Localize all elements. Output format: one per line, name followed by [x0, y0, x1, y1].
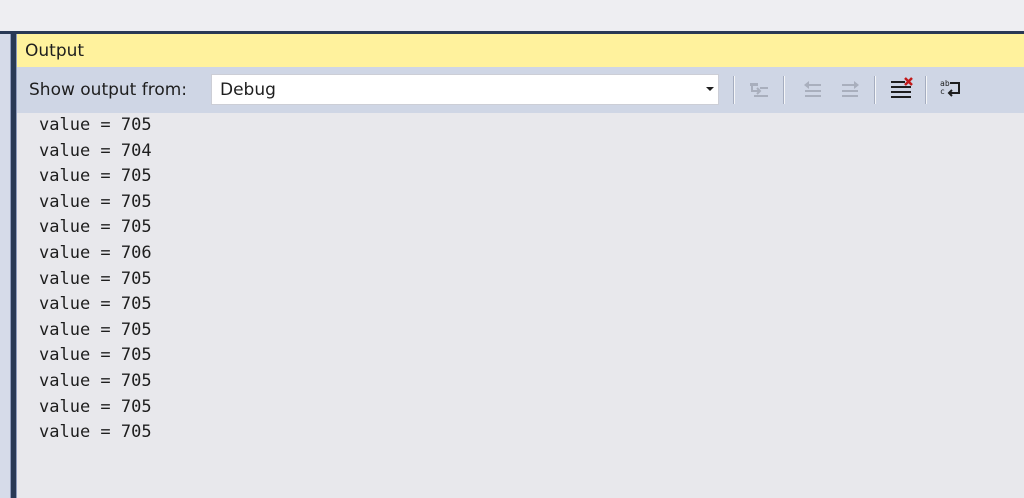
next-message-icon [842, 81, 859, 97]
clear-all-icon [891, 77, 913, 98]
output-line: value = 705 [39, 115, 152, 135]
left-panel-edge [0, 34, 11, 498]
output-line: value = 704 [39, 140, 152, 161]
output-line: value = 705 [39, 217, 152, 238]
output-text-area[interactable]: value = 705 value = 704 value = 705 value =… [17, 113, 1024, 498]
output-line: value = 705 [39, 191, 152, 212]
output-line: value = 705 [39, 371, 152, 391]
next-message-button[interactable] [837, 76, 863, 102]
go-to-code-icon [750, 83, 768, 97]
top-strip [0, 0, 1024, 31]
output-source-value: Debug [220, 80, 276, 100]
toolbar-separator [783, 76, 785, 104]
previous-message-button[interactable] [800, 76, 826, 102]
toolbar-separator [925, 76, 927, 104]
output-tool-window: Output Show output from: Debug ab c valu… [16, 34, 1024, 498]
output-line: value = 705 [39, 422, 152, 443]
clear-all-button[interactable] [888, 76, 914, 102]
output-line: value = 705 [39, 268, 152, 289]
svg-text:c: c [940, 87, 945, 96]
output-line: value = 705 [39, 294, 152, 315]
toolbar-separator [874, 76, 876, 104]
output-line: value = 706 [39, 243, 152, 263]
output-source-dropdown[interactable]: Debug [211, 74, 719, 105]
word-wrap-icon: ab c [940, 79, 960, 97]
output-line: value = 705 [39, 396, 152, 417]
show-output-from-label: Show output from: [29, 80, 188, 100]
output-toolbar: Show output from: Debug ab c [17, 67, 1024, 113]
output-line: value = 705 [39, 345, 152, 366]
output-title-bar[interactable]: Output [17, 34, 1024, 67]
chevron-down-icon[interactable] [706, 87, 714, 91]
output-line: value = 705 [39, 166, 152, 187]
word-wrap-button[interactable]: ab c [937, 76, 963, 102]
toolbar-separator [733, 76, 735, 104]
go-to-code-button[interactable] [746, 76, 772, 102]
output-line: value = 705 [39, 319, 152, 340]
previous-message-icon [804, 81, 821, 97]
output-title: Output [25, 41, 85, 61]
